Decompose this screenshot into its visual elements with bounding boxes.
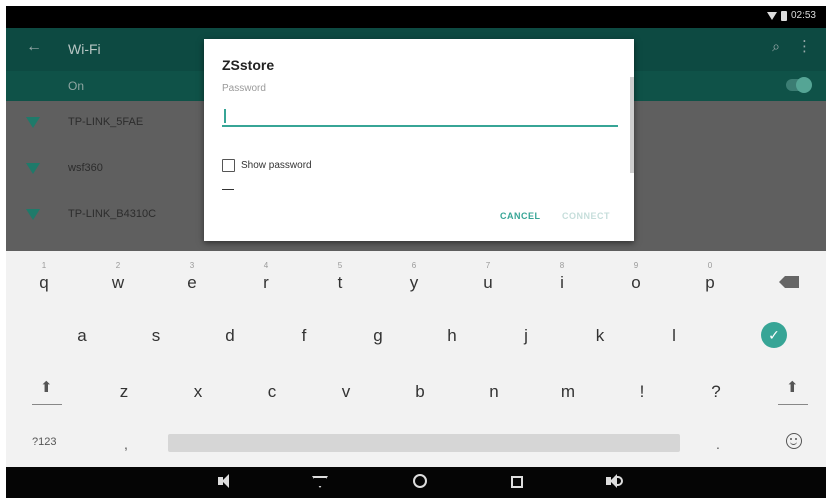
emoji-icon[interactable] (786, 433, 802, 449)
wifi-signal-icon (26, 209, 40, 220)
speaker-cone (222, 474, 229, 488)
key-n[interactable]: n (462, 368, 526, 416)
key-hint: 6 (411, 261, 417, 270)
key-hint: 7 (485, 261, 491, 270)
key-d[interactable]: d (198, 312, 262, 360)
key-hint: 3 (189, 261, 195, 270)
volume-up-icon[interactable] (606, 474, 623, 488)
recents-icon[interactable] (511, 476, 523, 488)
key-m[interactable]: m (536, 368, 600, 416)
wifi-password-dialog: ZSstore Password Show password CANCEL CO… (204, 39, 634, 241)
search-icon[interactable]: ⌕ (772, 38, 780, 55)
shift-underline (32, 404, 62, 405)
key-u[interactable]: 7u (456, 259, 520, 307)
symbols-key[interactable]: ?123 (32, 436, 56, 448)
dialog-scrollbar[interactable] (630, 77, 634, 173)
password-input[interactable] (222, 105, 618, 127)
key-v[interactable]: v (314, 368, 378, 416)
key-k[interactable]: k (568, 312, 632, 360)
dialog-title: ZSstore (222, 57, 275, 73)
show-password-checkbox[interactable] (222, 159, 235, 172)
key-r[interactable]: 4r (234, 259, 298, 307)
speaker-cone (610, 474, 617, 488)
key-label: i (560, 273, 564, 292)
key-b[interactable]: b (388, 368, 452, 416)
key-w[interactable]: 2w (86, 259, 150, 307)
key-label: t (337, 273, 343, 292)
key-label: y (409, 273, 419, 292)
key-q[interactable]: 1q (12, 259, 76, 307)
wifi-state-label: On (68, 79, 85, 93)
key-l[interactable]: l (642, 312, 706, 360)
back-icon[interactable] (312, 476, 328, 488)
key-y[interactable]: 6y (382, 259, 446, 307)
network-name: TP-LINK_B4310C (68, 208, 157, 220)
period-key[interactable]: . (716, 436, 720, 452)
key-a[interactable]: a (50, 312, 114, 360)
key-x[interactable]: x (166, 368, 230, 416)
battery-icon (780, 10, 787, 21)
key-g[interactable]: g (346, 312, 410, 360)
key-question[interactable]: ? (684, 368, 748, 416)
divider (222, 189, 234, 190)
home-icon[interactable] (413, 474, 427, 488)
status-time: 02:53 (790, 10, 816, 21)
volume-down-icon[interactable] (218, 474, 232, 488)
key-hint: 9 (633, 261, 639, 270)
network-name: wsf360 (68, 162, 103, 174)
connect-button[interactable]: CONNECT (562, 211, 610, 221)
wifi-icon (766, 11, 777, 20)
wifi-signal-icon (26, 163, 40, 174)
key-exclamation[interactable]: ! (610, 368, 674, 416)
key-hint: 2 (115, 261, 121, 270)
wifi-toggle-switch[interactable] (786, 77, 812, 93)
wifi-signal-icon (26, 117, 40, 128)
key-f[interactable]: f (272, 312, 336, 360)
key-z[interactable]: z (92, 368, 156, 416)
network-name: TP-LINK_5FAE (68, 116, 144, 128)
password-label: Password (222, 83, 266, 94)
key-e[interactable]: 3e (160, 259, 224, 307)
key-label: p (705, 273, 715, 292)
key-label: o (631, 273, 641, 292)
key-p[interactable]: 0p (678, 259, 742, 307)
shift-left-icon[interactable]: ⬆ (40, 378, 53, 398)
key-label: u (483, 273, 493, 292)
key-label: w (111, 273, 125, 292)
more-vert-icon[interactable]: ⋮ (797, 37, 812, 55)
key-label: r (263, 273, 269, 292)
key-i[interactable]: 8i (530, 259, 594, 307)
key-c[interactable]: c (240, 368, 304, 416)
page-title: Wi-Fi (68, 41, 101, 57)
enter-check-icon[interactable]: ✓ (761, 322, 787, 348)
key-hint: 1 (41, 261, 47, 270)
key-h[interactable]: h (420, 312, 484, 360)
shift-right-icon[interactable]: ⬆ (786, 378, 799, 398)
spacebar[interactable] (168, 434, 680, 452)
screen: 02:53 ← Wi-Fi ⌕ ⋮ On TP-LINK_5FAE wsf360… (6, 6, 826, 498)
status-bar: 02:53 (6, 6, 826, 28)
shift-underline (778, 404, 808, 405)
show-password-row[interactable]: Show password (222, 159, 312, 172)
text-cursor (224, 109, 226, 123)
key-label: e (187, 273, 197, 292)
back-arrow-icon[interactable]: ← (26, 38, 42, 56)
key-j[interactable]: j (494, 312, 558, 360)
key-s[interactable]: s (124, 312, 188, 360)
key-o[interactable]: 9o (604, 259, 668, 307)
key-hint: 4 (263, 261, 269, 270)
navigation-bar (6, 467, 826, 498)
key-t[interactable]: 5t (308, 259, 372, 307)
key-label: q (39, 273, 49, 292)
key-hint: 8 (559, 261, 565, 270)
show-password-label: Show password (241, 160, 312, 171)
status-icons: 02:53 (766, 10, 816, 21)
key-hint: 0 (707, 261, 713, 270)
speaker-wave (617, 476, 623, 486)
cancel-button[interactable]: CANCEL (500, 211, 541, 221)
comma-key[interactable]: , (124, 436, 128, 452)
key-hint: 5 (337, 261, 343, 270)
